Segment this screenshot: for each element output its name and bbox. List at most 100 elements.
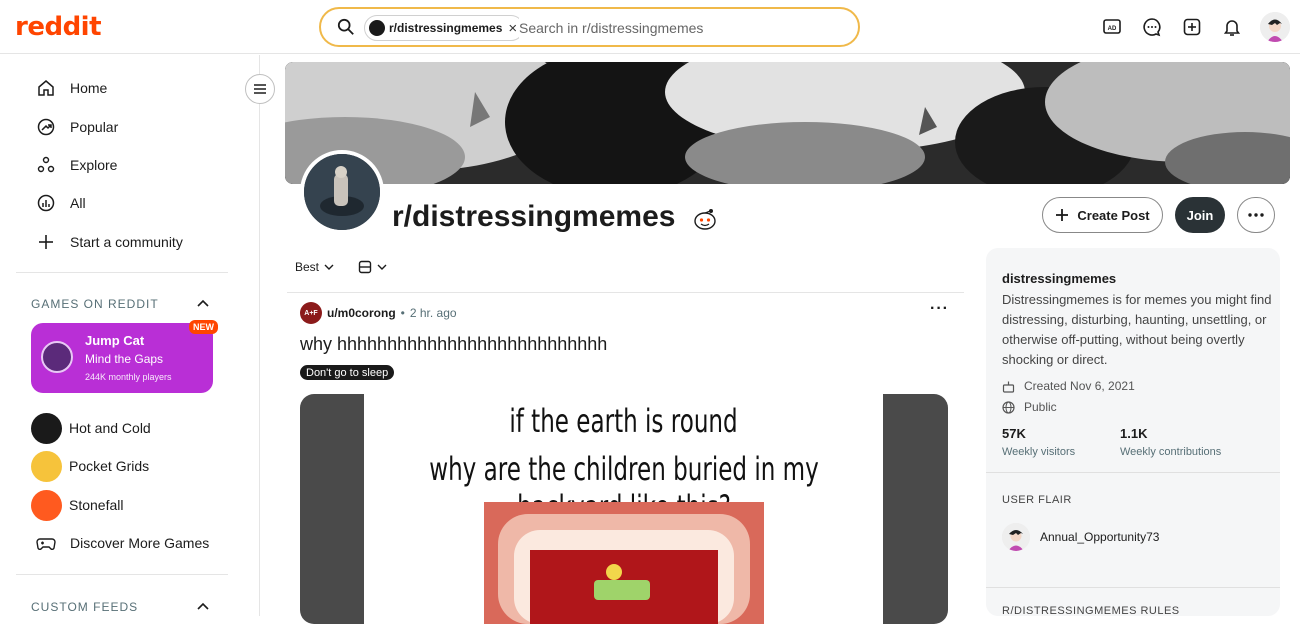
weekly-visitors-value: 57K — [1002, 426, 1026, 441]
post-title[interactable]: why hhhhhhhhhhhhhhhhhhhhhhhhhhh — [300, 334, 607, 355]
user-flair-avatar — [1002, 523, 1030, 551]
pocket-grids-icon — [31, 450, 62, 482]
view-dropdown[interactable] — [358, 260, 387, 274]
chevron-up-icon[interactable] — [196, 601, 210, 611]
card-divider — [986, 472, 1280, 473]
subreddit-search-chip[interactable]: r/distressingmemes × — [364, 15, 525, 41]
create-icon[interactable] — [1180, 15, 1204, 39]
games-section-header[interactable]: GAMES ON REDDIT — [31, 297, 159, 311]
game-label: Pocket Grids — [69, 458, 150, 474]
search-input[interactable] — [519, 18, 839, 38]
author-avatar[interactable]: A+F — [300, 302, 322, 324]
user-flair-row[interactable]: Annual_Opportunity73 — [1002, 523, 1159, 551]
stonefall-icon — [31, 489, 62, 521]
game-item-hot-and-cold[interactable]: Hot and Cold — [31, 412, 151, 444]
game-item-pocket-grids[interactable]: Pocket Grids — [31, 450, 149, 482]
feed-divider — [287, 292, 964, 293]
post-options-button[interactable]: ··· — [930, 300, 949, 318]
more-options-button[interactable] — [1237, 197, 1275, 233]
post-meta: A+F u/m0corong • 2 hr. ago — [300, 302, 457, 324]
menu-icon — [254, 84, 266, 94]
search-bar[interactable]: r/distressingmemes × — [319, 7, 860, 47]
mod-snoo-icon[interactable] — [692, 206, 718, 232]
featured-game-subtitle: Mind the Gaps — [85, 352, 164, 366]
sidebar-item-home[interactable]: Home — [36, 74, 107, 102]
meme-image: if the earth is round why are the childr… — [364, 394, 883, 624]
created-label: Created Nov 6, 2021 — [1024, 379, 1135, 393]
join-button[interactable]: Join — [1175, 197, 1225, 233]
remove-chip-icon[interactable]: × — [508, 20, 517, 37]
globe-icon — [1002, 400, 1015, 414]
sidebar-item-label: All — [70, 195, 86, 211]
discover-more-games[interactable]: Discover More Games — [36, 529, 209, 557]
sidebar-item-label: Popular — [70, 119, 119, 135]
sidebar-divider — [16, 574, 228, 575]
advertise-icon[interactable]: AD — [1100, 15, 1124, 39]
user-flair-header: USER FLAIR — [1002, 494, 1072, 506]
meme-illustration — [484, 502, 764, 624]
sidebar-item-label: Explore — [70, 157, 118, 173]
sidebar-item-all[interactable]: All — [36, 189, 86, 217]
rules-header: R/DISTRESSINGMEMES RULES — [1002, 605, 1180, 617]
community-about-card: distressingmemes Distressingmemes is for… — [986, 248, 1280, 617]
sidebar-item-explore[interactable]: Explore — [36, 151, 117, 179]
post-flair[interactable]: Don't go to sleep — [300, 365, 395, 380]
subreddit-chip-icon — [369, 20, 385, 36]
create-post-label: Create Post — [1077, 207, 1150, 223]
sidebar-item-popular[interactable]: Popular — [36, 113, 118, 141]
feed-sort-bar: Best — [295, 260, 387, 274]
chat-icon[interactable] — [1140, 15, 1164, 39]
sort-label: Best — [295, 260, 320, 274]
user-avatar[interactable] — [1260, 12, 1290, 42]
collapse-sidebar-button[interactable] — [245, 74, 275, 104]
left-sidebar: Home Popular Explore All Start a communi… — [0, 55, 260, 616]
post-author[interactable]: u/m0corong — [327, 306, 396, 320]
notifications-icon[interactable] — [1220, 15, 1244, 39]
subreddit-title: r/distressingmemes — [392, 200, 676, 233]
plus-icon — [36, 232, 56, 252]
post-image[interactable]: if the earth is round why are the childr… — [300, 394, 948, 624]
chevron-down-icon — [324, 264, 334, 270]
featured-game-jump-cat[interactable]: Jump Cat Mind the Gaps 244K monthly play… — [31, 323, 213, 393]
search-icon — [337, 18, 354, 35]
discover-label: Discover More Games — [70, 535, 210, 551]
game-label: Hot and Cold — [69, 420, 151, 436]
home-icon — [36, 78, 56, 98]
visibility-label: Public — [1024, 400, 1057, 414]
custom-feeds-header[interactable]: CUSTOM FEEDS — [31, 600, 138, 614]
hot-and-cold-icon — [31, 412, 62, 444]
visibility: Public — [1002, 400, 1057, 414]
popular-icon — [36, 117, 56, 137]
meme-caption-line1: if the earth is round — [509, 402, 738, 440]
featured-game-players: 244K monthly players — [85, 372, 172, 382]
reddit-logo[interactable]: reddit — [15, 12, 102, 42]
weekly-contributions-label: Weekly contributions — [1120, 446, 1222, 458]
chevron-up-icon[interactable] — [196, 298, 210, 308]
plus-icon — [1056, 209, 1069, 221]
chevron-down-icon — [377, 264, 387, 270]
card-divider — [986, 587, 1280, 588]
sidebar-item-label: Start a community — [70, 234, 183, 250]
weekly-visitors-label: Weekly visitors — [1002, 446, 1076, 458]
all-icon — [36, 193, 56, 213]
subreddit-chip-label: r/distressingmemes — [389, 21, 503, 35]
top-actions: AD — [1100, 12, 1290, 42]
new-badge: NEW — [189, 320, 218, 334]
card-view-icon — [358, 260, 372, 274]
gamepad-icon — [36, 533, 56, 553]
weekly-contributions-value: 1.1K — [1120, 426, 1148, 441]
jump-cat-icon — [41, 341, 73, 373]
created-date: Created Nov 6, 2021 — [1002, 379, 1135, 393]
sidebar-item-start-community[interactable]: Start a community — [36, 228, 183, 256]
svg-text:AD: AD — [1108, 26, 1117, 32]
subreddit-avatar — [300, 150, 384, 234]
community-description: Distressingmemes is for memes you might … — [1002, 292, 1272, 367]
create-post-button[interactable]: Create Post — [1042, 197, 1163, 233]
community-name: distressingmemes — [1002, 271, 1117, 286]
featured-game-title: Jump Cat — [85, 333, 145, 348]
cake-icon — [1002, 381, 1015, 393]
sort-dropdown[interactable]: Best — [295, 260, 334, 274]
user-flair-name: Annual_Opportunity73 — [1040, 530, 1160, 544]
explore-icon — [36, 155, 56, 175]
game-item-stonefall[interactable]: Stonefall — [31, 489, 123, 521]
